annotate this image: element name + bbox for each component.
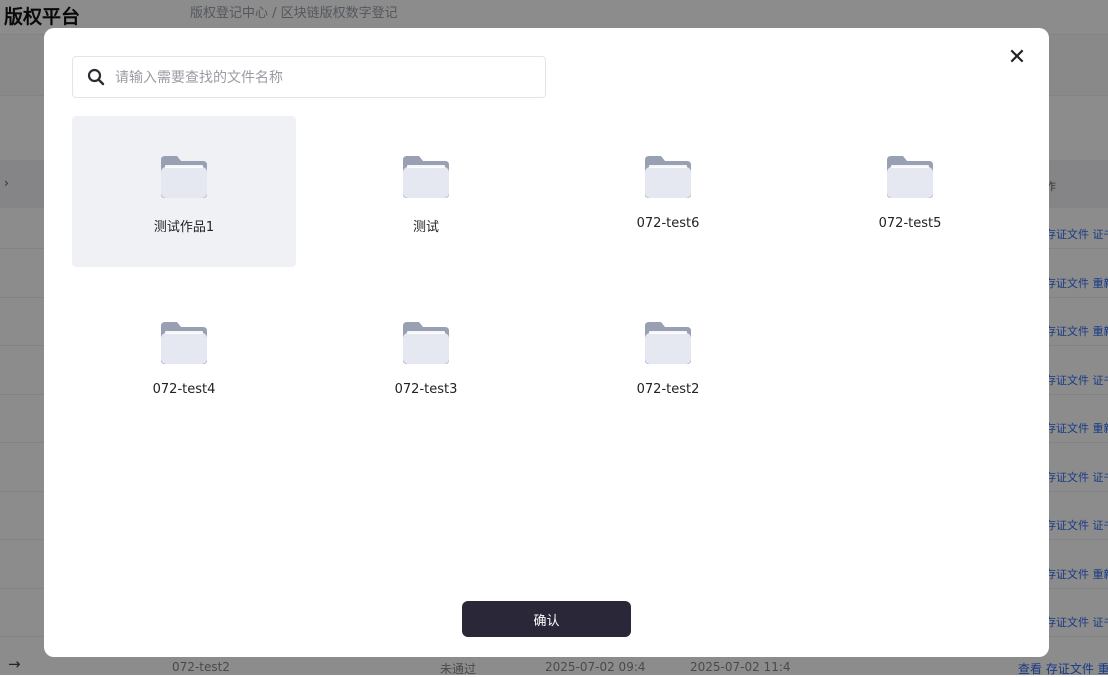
folder-icon — [403, 322, 449, 364]
search-box — [72, 56, 546, 99]
folder-icon — [887, 156, 933, 198]
file-picker-dialog: ✕ 测试作品1 测试 072-test6 072-test5 072-test4 072-… — [44, 28, 1049, 657]
folder-name: 测试 — [412, 220, 439, 235]
folder-item[interactable]: 072-test6 — [556, 116, 780, 267]
folder-item[interactable]: 072-test4 — [72, 282, 296, 433]
search-icon — [87, 68, 105, 86]
folder-name: 072-test5 — [878, 216, 942, 231]
folder-item[interactable]: 测试作品1 — [72, 116, 296, 267]
folder-name: 072-test2 — [636, 382, 700, 397]
folder-icon — [645, 322, 691, 364]
folder-name: 测试作品1 — [153, 220, 215, 235]
folder-grid: 测试作品1 测试 072-test6 072-test5 072-test4 072-te… — [72, 116, 1042, 456]
folder-item[interactable]: 072-test3 — [314, 282, 538, 433]
folder-name: 072-test6 — [636, 216, 700, 231]
folder-name: 072-test3 — [394, 382, 458, 397]
folder-icon — [161, 156, 207, 198]
close-icon[interactable]: ✕ — [1005, 46, 1029, 70]
folder-icon — [645, 156, 691, 198]
folder-item[interactable]: 072-test2 — [556, 282, 780, 433]
folder-name: 072-test4 — [152, 382, 216, 397]
folder-item[interactable]: 072-test5 — [798, 116, 1022, 267]
search-input[interactable] — [113, 57, 537, 99]
folder-icon — [161, 322, 207, 364]
folder-item[interactable]: 测试 — [314, 116, 538, 267]
folder-icon — [403, 156, 449, 198]
confirm-button[interactable]: 确认 — [462, 601, 631, 637]
